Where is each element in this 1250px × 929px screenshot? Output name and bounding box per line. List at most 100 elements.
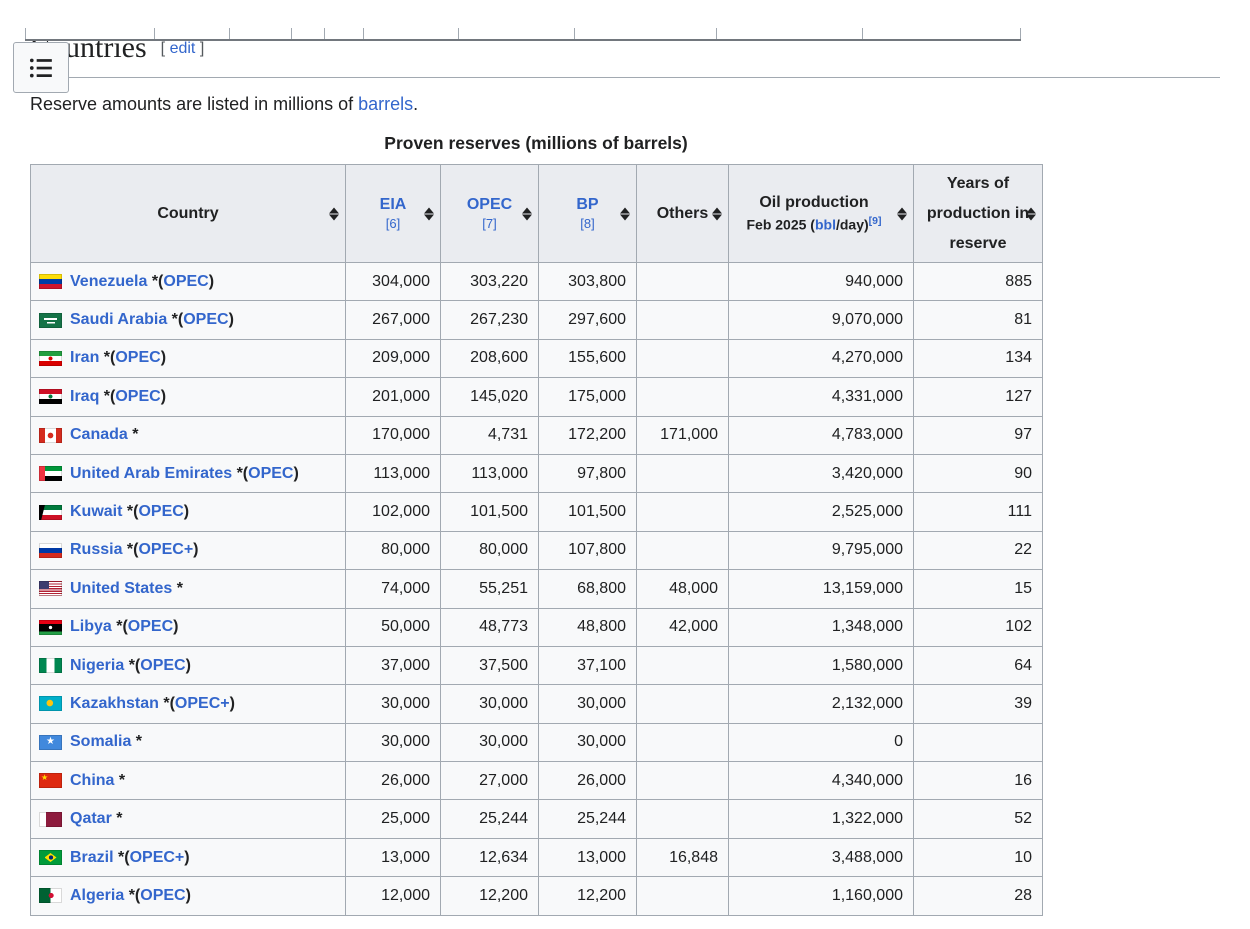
eia-link[interactable]: EIA <box>380 196 407 213</box>
sort-arrows-icon[interactable] <box>1026 207 1036 220</box>
footnote-asterisk: * <box>128 426 139 444</box>
country-link[interactable]: Kazakhstan <box>70 695 159 713</box>
years-in-reserve-value-cell: 102 <box>914 608 1043 646</box>
country-link[interactable]: Qatar <box>70 810 112 828</box>
org-membership: (OPEC) <box>178 311 234 329</box>
sort-arrows-icon[interactable] <box>522 207 532 220</box>
oil-production-value-cell: 13,159,000 <box>729 570 914 608</box>
country-link[interactable]: China <box>70 772 114 790</box>
org-link[interactable]: OPEC <box>115 349 160 366</box>
org-link[interactable]: OPEC <box>138 503 183 520</box>
table-row: Somalia *() 30,000 30,000 30,000 0 <box>31 723 1043 761</box>
production-unit-text: /day) <box>836 217 869 233</box>
org-link[interactable]: OPEC <box>163 273 208 290</box>
country-link[interactable]: United States <box>70 580 172 598</box>
bp-value-cell: 25,244 <box>539 800 637 838</box>
others-value-cell <box>637 762 729 800</box>
org-link[interactable]: OPEC+ <box>130 849 185 866</box>
table-edge-cell <box>154 28 229 39</box>
table-row: China *() 26,000 27,000 26,000 4,340,000… <box>31 762 1043 800</box>
sort-arrows-icon[interactable] <box>424 207 434 220</box>
iraq-flag-icon <box>39 389 62 404</box>
column-header-oil-production[interactable]: Oil production Feb 2025 (bbl/day)[9] <box>729 165 914 263</box>
production-reference-link[interactable]: [9] <box>869 215 882 227</box>
bp-value-cell: 12,200 <box>539 877 637 915</box>
org-membership: (OPEC) <box>110 349 166 367</box>
others-value-cell <box>637 531 729 569</box>
oil-production-value-cell: 1,348,000 <box>729 608 914 646</box>
org-link[interactable]: OPEC <box>248 465 293 482</box>
opec-link[interactable]: OPEC <box>467 196 512 213</box>
oil-production-value-cell: 0 <box>729 723 914 761</box>
table-row: Algeria *(OPEC) 12,000 12,200 12,200 1,1… <box>31 877 1043 915</box>
table-row: Kuwait *(OPEC) 102,000 101,500 101,500 2… <box>31 493 1043 531</box>
opec-reference-link[interactable]: [7] <box>445 216 534 231</box>
bbl-link[interactable]: bbl <box>815 217 836 233</box>
column-header-opec[interactable]: OPEC [7] <box>441 165 539 263</box>
opec-value-cell: 80,000 <box>441 531 539 569</box>
table-edge-cell <box>229 28 291 39</box>
oil-production-value-cell: 4,270,000 <box>729 339 914 377</box>
org-link[interactable]: OPEC <box>140 887 185 904</box>
sort-arrows-icon[interactable] <box>620 207 630 220</box>
sort-arrows-icon[interactable] <box>329 207 339 220</box>
country-link[interactable]: Somalia <box>70 733 131 751</box>
org-membership: (OPEC+) <box>124 849 189 867</box>
column-header-country[interactable]: Country <box>31 165 346 263</box>
opec-value-cell: 30,000 <box>441 723 539 761</box>
org-membership: (OPEC) <box>135 657 191 675</box>
org-link[interactable]: OPEC <box>183 311 228 328</box>
column-header-years[interactable]: Years of production in reserve <box>914 165 1043 263</box>
country-link[interactable]: United Arab Emirates <box>70 465 232 483</box>
bp-value-cell: 155,600 <box>539 339 637 377</box>
country-link[interactable]: Iraq <box>70 388 99 406</box>
years-in-reserve-value-cell: 16 <box>914 762 1043 800</box>
paren-close: ) <box>293 465 298 482</box>
country-link[interactable]: Iran <box>70 349 99 367</box>
org-link[interactable]: OPEC+ <box>138 541 193 558</box>
country-link[interactable]: Libya <box>70 618 112 636</box>
country-link[interactable]: Kuwait <box>70 503 122 521</box>
saudi-arabia-flag-icon <box>39 313 62 328</box>
country-cell: Venezuela *(OPEC) <box>31 263 346 301</box>
venezuela-flag-icon <box>39 274 62 289</box>
edit-link[interactable]: edit <box>170 40 196 57</box>
opec-value-cell: 37,500 <box>441 646 539 684</box>
others-value-cell: 42,000 <box>637 608 729 646</box>
column-header-eia[interactable]: EIA [6] <box>346 165 441 263</box>
sort-arrows-icon[interactable] <box>712 207 722 220</box>
org-link[interactable]: OPEC <box>140 657 185 674</box>
bp-reference-link[interactable]: [8] <box>543 216 632 231</box>
org-link[interactable]: OPEC <box>115 388 160 405</box>
kazakhstan-flag-icon <box>39 696 62 711</box>
org-link[interactable]: OPEC+ <box>175 695 230 712</box>
country-link[interactable]: Algeria <box>70 887 124 905</box>
bp-value-cell: 303,800 <box>539 263 637 301</box>
china-flag-icon <box>39 773 62 788</box>
column-header-bp[interactable]: BP [8] <box>539 165 637 263</box>
country-link[interactable]: Brazil <box>70 849 114 867</box>
paren-close: ) <box>161 349 166 366</box>
country-link[interactable]: Saudi Arabia <box>70 311 167 329</box>
country-cell: Canada *() <box>31 416 346 454</box>
bp-link[interactable]: BP <box>576 196 598 213</box>
oil-production-value-cell: 9,070,000 <box>729 301 914 339</box>
table-of-contents-button[interactable] <box>13 42 69 93</box>
years-in-reserve-value-cell: 885 <box>914 263 1043 301</box>
edit-bracket-open: [ <box>161 40 165 57</box>
paren-close: ) <box>161 388 166 405</box>
barrels-link[interactable]: barrels <box>358 94 413 114</box>
country-link[interactable]: Canada <box>70 426 128 444</box>
table-edge-cell <box>716 28 862 39</box>
country-link[interactable]: Nigeria <box>70 657 124 675</box>
paren-close: ) <box>184 503 189 520</box>
country-link[interactable]: Russia <box>70 541 122 559</box>
sort-arrows-icon[interactable] <box>897 207 907 220</box>
opec-value-cell: 267,230 <box>441 301 539 339</box>
footnote-asterisk: * <box>99 349 110 367</box>
country-link[interactable]: Venezuela <box>70 273 147 291</box>
org-link[interactable]: OPEC <box>128 618 173 635</box>
column-header-others[interactable]: Others <box>637 165 729 263</box>
eia-value-cell: 30,000 <box>346 685 441 723</box>
eia-value-cell: 170,000 <box>346 416 441 454</box>
